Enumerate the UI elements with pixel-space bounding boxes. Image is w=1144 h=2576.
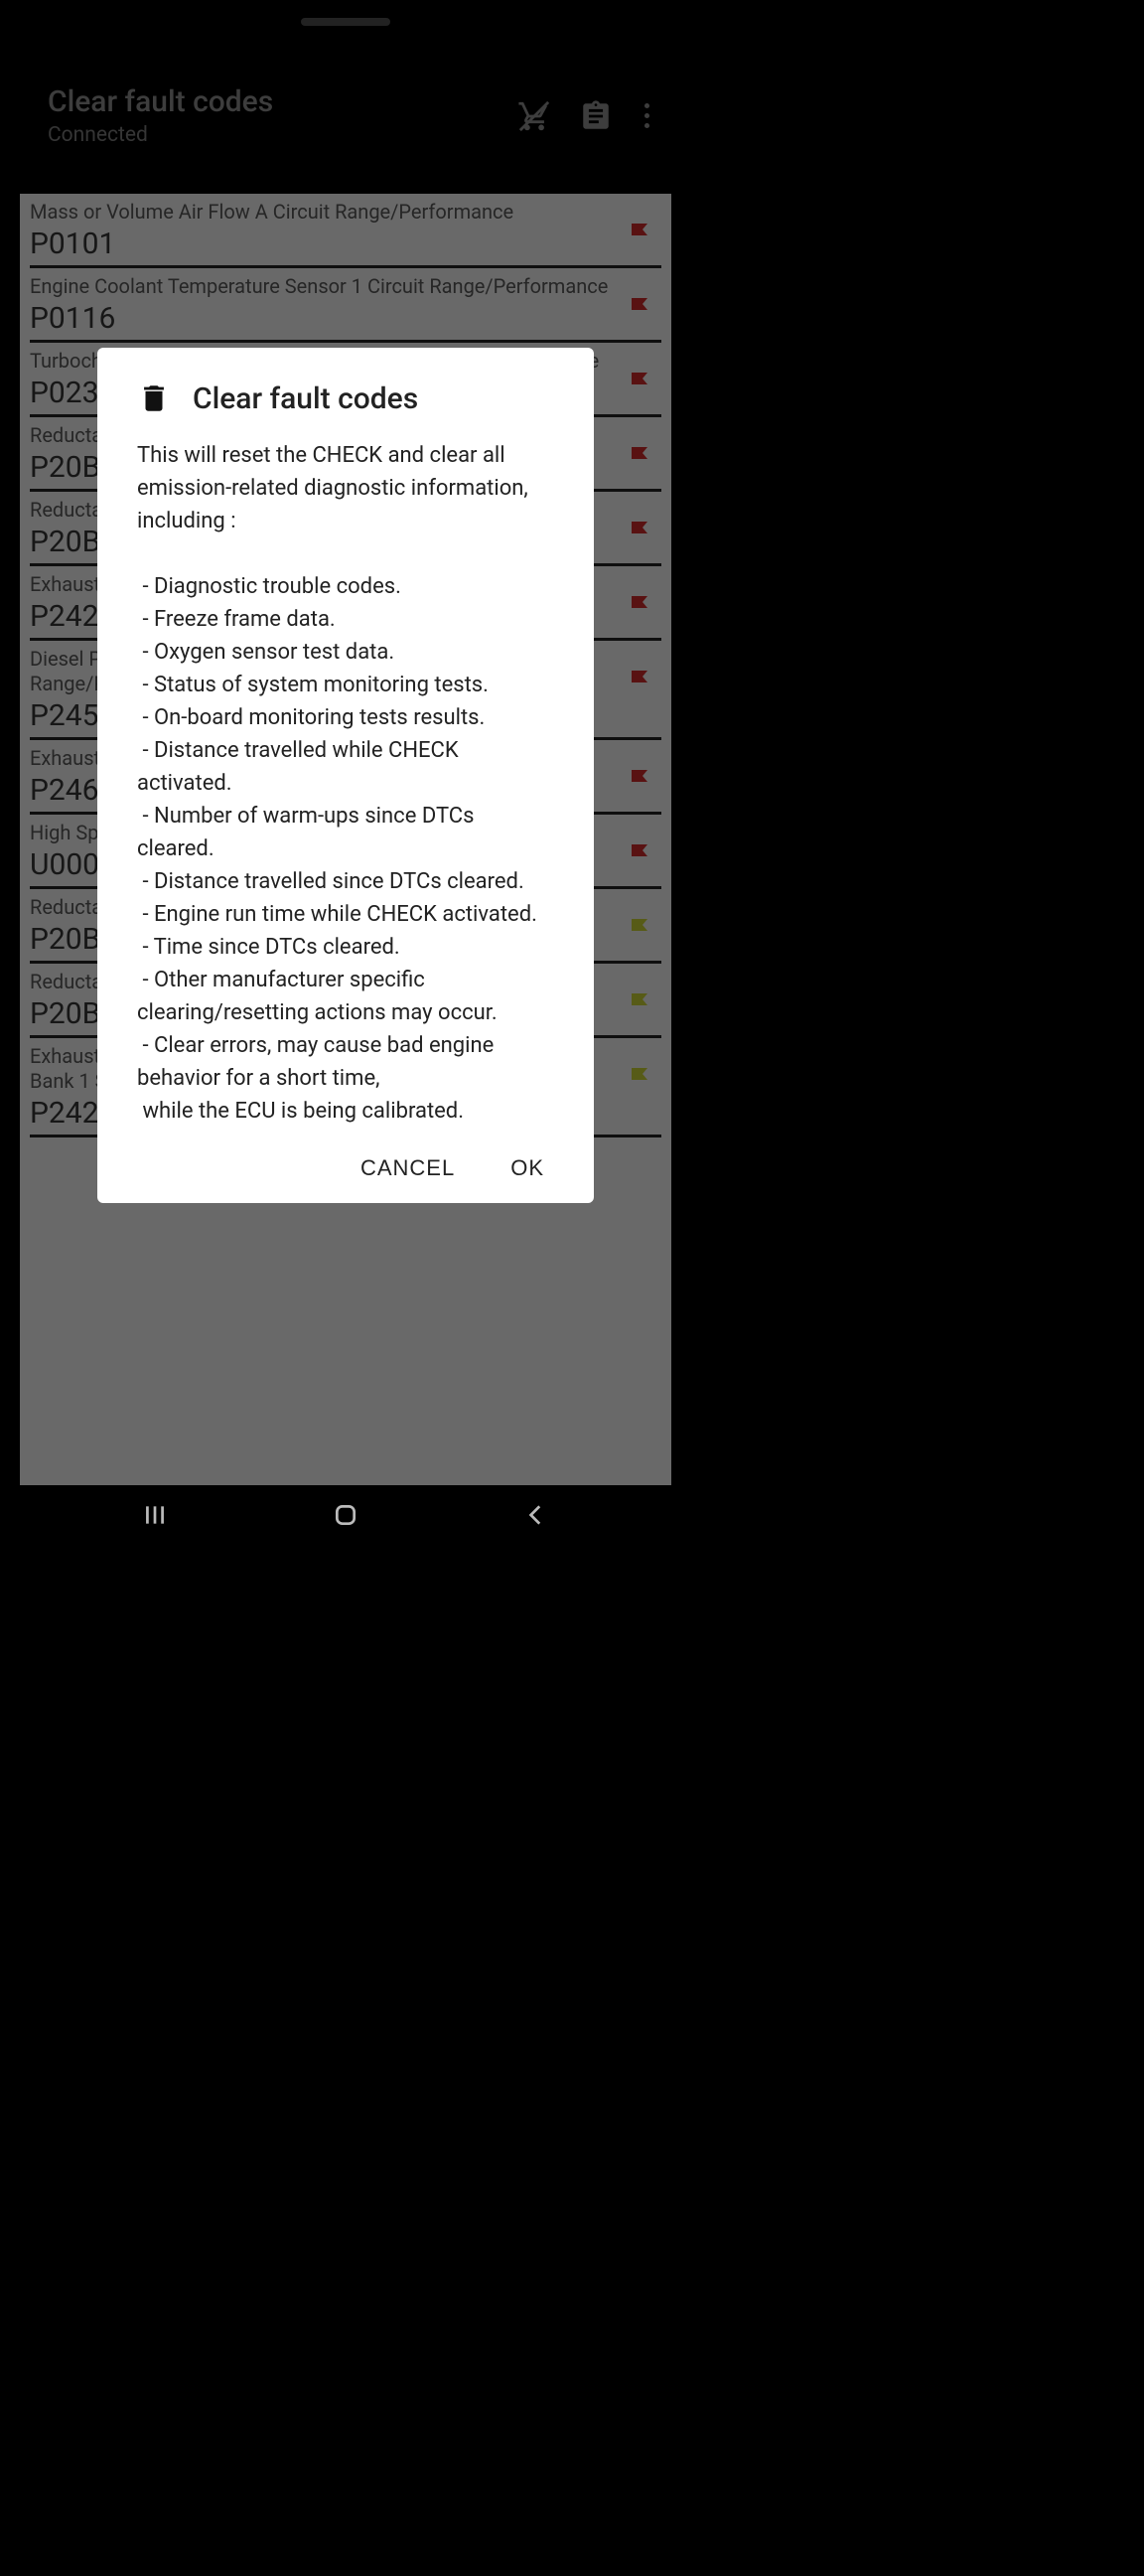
recents-button[interactable] [138,1502,172,1528]
back-button[interactable] [519,1502,553,1528]
ok-button[interactable]: OK [510,1155,544,1181]
phone-speaker [301,18,390,26]
cancel-button[interactable]: CANCEL [360,1155,455,1181]
android-nav-bar [0,1485,691,1545]
dialog-body: This will reset the CHECK and clear all … [137,439,554,1128]
clear-fault-dialog: Clear fault codes This will reset the CH… [97,348,594,1203]
home-button[interactable] [329,1502,362,1528]
trash-icon [137,379,171,417]
dialog-title: Clear fault codes [193,381,418,416]
